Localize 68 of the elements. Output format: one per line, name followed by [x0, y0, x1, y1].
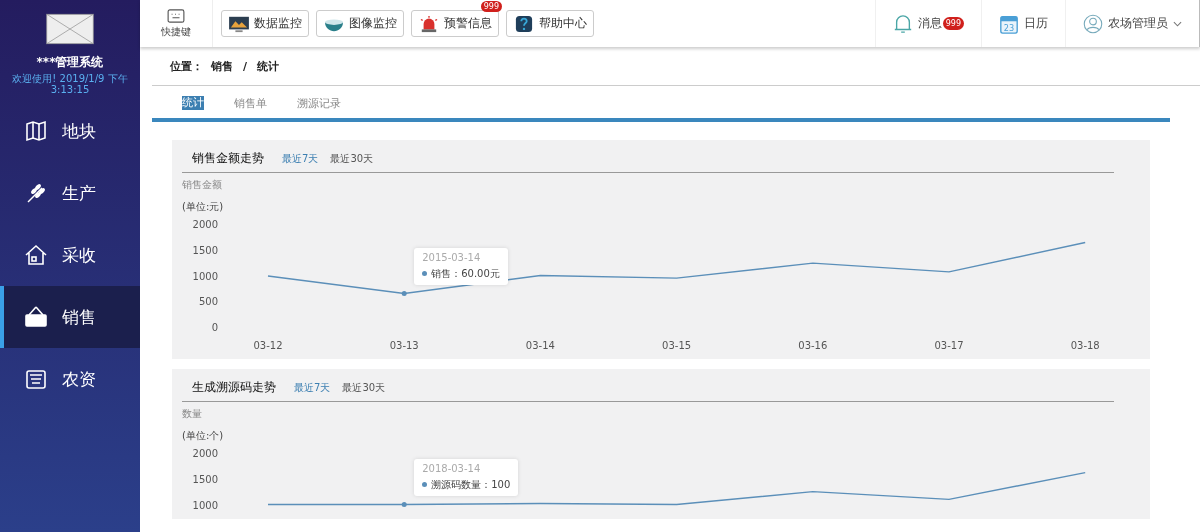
map-icon	[24, 119, 48, 143]
chart-title: 生成溯源码走势	[192, 379, 276, 396]
calendar-button[interactable]: 23 日历	[981, 0, 1065, 47]
user-icon	[1083, 12, 1103, 35]
axis-tick-label: 03-16	[798, 340, 828, 351]
sidebar-item[interactable]: 农资	[0, 348, 140, 410]
series-dot-icon	[422, 271, 428, 276]
range-link[interactable]: 最近7天	[282, 152, 319, 166]
data-point	[401, 291, 407, 296]
keyboard-icon	[167, 8, 185, 23]
breadcrumb-item[interactable]: 销售	[211, 58, 233, 74]
series-label: 数量	[182, 407, 203, 421]
bag-icon	[24, 367, 48, 391]
system-title: ***管理系统	[36, 54, 104, 71]
sidebar-item[interactable]: 销售	[0, 286, 140, 348]
tooltip-value: 销售：60.00元	[431, 266, 500, 281]
axis-tick-label: 03-18	[1070, 340, 1100, 351]
toolbar-button[interactable]: 预警信息	[411, 10, 499, 37]
axis-tick-label: 03-15	[662, 340, 692, 351]
help-icon	[513, 14, 535, 33]
axis-tick-label: 03-12	[253, 340, 283, 351]
breadcrumb-label: 位置：	[170, 58, 203, 74]
axis-tick-label: 2000	[192, 219, 218, 230]
sidebar-item[interactable]: 地块	[0, 100, 140, 162]
chart-title: 销售金额走势	[192, 150, 264, 167]
sidebar-item[interactable]: 生产	[0, 162, 140, 224]
monitor-icon	[228, 14, 250, 33]
axis-tick-label: 03-13	[389, 340, 419, 351]
tooltip-date: 2018-03-14	[422, 462, 482, 474]
breadcrumb-item[interactable]: 统计	[257, 58, 280, 74]
breadcrumb-separator: /	[242, 59, 249, 73]
unit-label: (单位:元)	[182, 200, 225, 214]
unit-label: (单位:个)	[182, 429, 225, 443]
sidebar-item[interactable]: 采收	[0, 224, 140, 286]
axis-tick-label: 1500	[192, 473, 218, 485]
toolbar-button[interactable]: 图像监控	[316, 10, 404, 37]
messages-button[interactable]: 消息 999	[874, 0, 981, 47]
axis-tick-label: 1500	[192, 244, 218, 256]
alarm-light-icon	[418, 14, 440, 33]
axis-tick-label: 03-17	[934, 340, 964, 351]
axis-tick-label: 2000	[192, 448, 218, 459]
range-link[interactable]: 最近7天	[294, 381, 331, 395]
caret-icon	[1173, 20, 1182, 27]
series-label: 销售金额	[182, 178, 223, 192]
count-badge: 999	[942, 17, 964, 30]
tooltip-value: 溯源码数量：100	[431, 477, 511, 492]
welcome-text: 欢迎使用! 2019/1/9 下午3:13:15	[11, 73, 129, 95]
axis-tick-label: 1000	[192, 499, 218, 511]
range-link[interactable]: 最近30天	[330, 152, 374, 166]
bell-icon	[892, 12, 913, 35]
house-icon	[24, 243, 48, 267]
count-badge: 999	[480, 1, 502, 12]
tooltip-date: 2015-03-14	[422, 251, 482, 263]
axis-tick-label: 03-14	[525, 340, 555, 351]
toolbar-button[interactable]: 数据监控	[221, 10, 309, 37]
tab[interactable]: 销售单	[234, 96, 267, 118]
user-menu[interactable]: 农场管理员	[1065, 0, 1199, 47]
axis-tick-label: 500	[198, 296, 218, 308]
tab[interactable]: 统计	[182, 96, 204, 110]
toolbar-button[interactable]: 帮助中心	[506, 10, 594, 37]
axis-tick-label: 0	[211, 322, 218, 333]
range-link[interactable]: 最近30天	[342, 381, 386, 395]
series-dot-icon	[422, 482, 428, 487]
sale-sign-icon	[24, 305, 48, 329]
tab[interactable]: 溯源记录	[297, 96, 341, 118]
shortcut-button[interactable]: 快捷键	[140, 0, 213, 47]
axis-tick-label: 1000	[192, 270, 218, 282]
data-point	[401, 502, 407, 507]
